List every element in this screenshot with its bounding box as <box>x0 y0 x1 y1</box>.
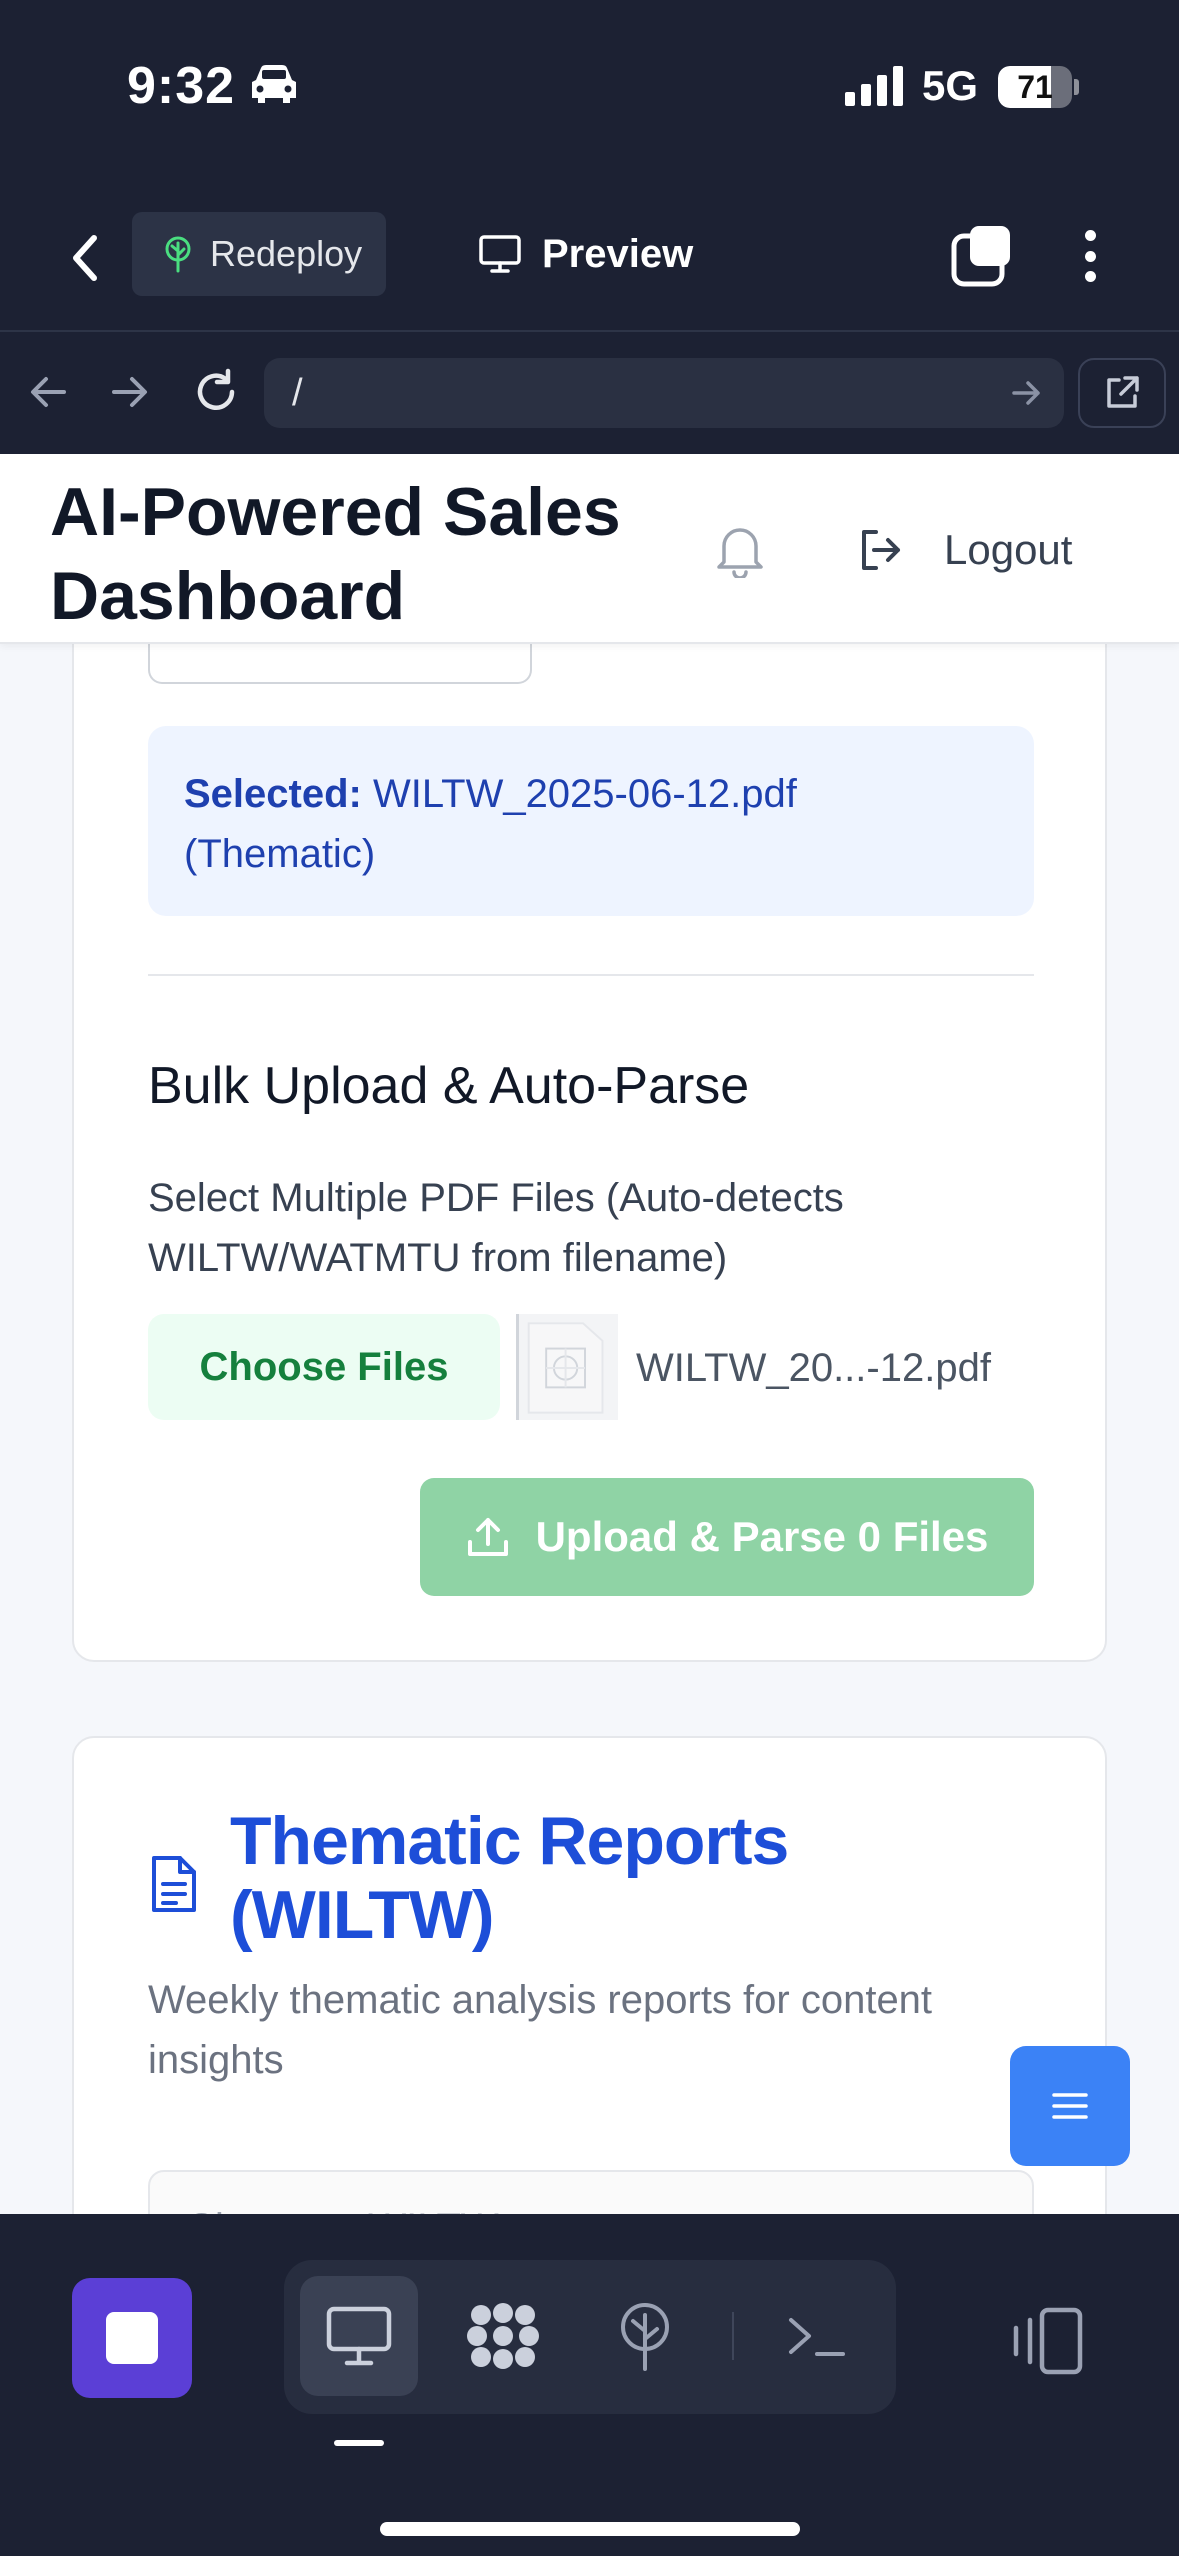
selected-file-info: Selected: WILTW_2025-06-12.pdf (Thematic… <box>148 726 1034 916</box>
signal-bars-icon <box>845 66 903 106</box>
back-button[interactable] <box>60 218 110 298</box>
tabs-icon[interactable] <box>950 224 1014 288</box>
menu-icon <box>1052 2093 1088 2119</box>
active-tool-indicator <box>334 2440 384 2446</box>
logout-label: Logout <box>944 526 1073 573</box>
app-toolbar: Redeploy Preview <box>0 180 1179 330</box>
reload-button[interactable] <box>186 362 246 422</box>
terminal-icon <box>789 2318 845 2356</box>
network-label: 5G <box>922 62 979 109</box>
bulk-upload-title: Bulk Upload & Auto-Parse <box>148 1057 750 1115</box>
tool-group <box>284 2260 896 2414</box>
tree-icon <box>165 236 191 273</box>
bottom-bar <box>0 2214 1179 2556</box>
arrow-left-icon <box>31 377 66 407</box>
app-header: AI-Powered Sales Dashboard Logout <box>0 454 1179 644</box>
status-bar: 9:32 5G 71 <box>0 0 1179 180</box>
upload-card: Selected: WILTW_2025-06-12.pdf (Thematic… <box>72 554 1107 1662</box>
divider <box>148 974 1034 976</box>
home-indicator <box>380 2522 800 2536</box>
workspace-icon <box>467 2303 539 2369</box>
monitor-icon <box>479 235 521 273</box>
thematic-reports-description: Weekly thematic analysis reports for con… <box>148 1978 933 2082</box>
choose-files-button[interactable]: Choose Files <box>148 1314 500 1420</box>
nav-back-button[interactable] <box>18 362 78 422</box>
upload-parse-label: Upload & Parse 0 Files <box>535 1513 989 1560</box>
devices-icon[interactable] <box>1008 2306 1088 2376</box>
thematic-reports-title: Thematic Reports (WILTW) <box>230 1803 789 1953</box>
monitor-icon <box>326 2306 392 2366</box>
selected-label: Selected: <box>184 772 362 816</box>
stop-button[interactable] <box>72 2278 192 2398</box>
tool-separator <box>732 2312 734 2360</box>
tool-preview-button[interactable] <box>300 2276 418 2396</box>
bulk-upload-label: Select Multiple PDF Files (Auto-detects … <box>148 1176 844 1280</box>
battery-icon: 71 <box>998 66 1079 108</box>
document-icon <box>152 1856 196 1912</box>
menu-fab-button[interactable] <box>1010 2046 1130 2166</box>
arrow-right-icon <box>112 377 147 407</box>
arrow-right-small-icon[interactable] <box>1006 373 1046 413</box>
battery-percent: 71 <box>1017 69 1053 105</box>
browser-bar: / <box>0 330 1179 454</box>
more-vertical-icon[interactable] <box>1066 224 1114 288</box>
preview-label: Preview <box>542 231 694 276</box>
redeploy-button[interactable]: Redeploy <box>132 212 386 296</box>
chosen-file-name: WILTW_20...-12.pdf <box>636 1346 991 1390</box>
reload-icon <box>197 368 235 410</box>
car-icon <box>252 65 296 103</box>
thematic-reports-card: Thematic Reports (WILTW) Weekly thematic… <box>72 1736 1107 2214</box>
report-select[interactable]: Choose a WILTW report... <box>148 2170 1034 2214</box>
preview-tab[interactable]: Preview <box>478 212 693 296</box>
bell-icon[interactable] <box>714 522 766 578</box>
preview-page: AI-Powered Sales Dashboard Logout Select… <box>0 454 1179 2214</box>
tool-workspace-button[interactable] <box>444 2276 562 2396</box>
redeploy-label: Redeploy <box>210 233 363 274</box>
url-input[interactable]: / <box>264 358 1064 428</box>
url-text: / <box>292 372 303 414</box>
status-time: 9:32 <box>127 57 236 115</box>
tool-deploy-button[interactable] <box>586 2276 704 2396</box>
open-external-button[interactable] <box>1078 358 1166 428</box>
chevron-left-icon <box>73 235 97 281</box>
upload-parse-button[interactable]: Upload & Parse 0 Files <box>420 1478 1034 1596</box>
logout-button[interactable]: Logout <box>858 514 1072 586</box>
external-link-icon <box>1107 376 1139 408</box>
file-thumbnail-icon <box>516 1314 618 1420</box>
nav-forward-button[interactable] <box>100 362 160 422</box>
upload-icon <box>467 1518 508 1556</box>
tool-terminal-button[interactable] <box>758 2276 876 2396</box>
deploy-icon <box>621 2303 669 2371</box>
stop-icon <box>106 2312 158 2364</box>
logout-icon <box>862 530 900 570</box>
page-title: AI-Powered Sales Dashboard <box>50 474 621 634</box>
